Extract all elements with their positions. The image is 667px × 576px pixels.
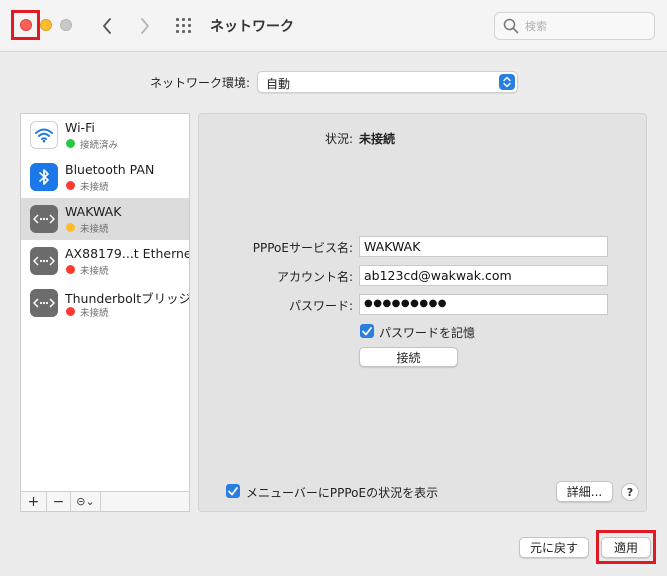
checkmark-icon [228,486,238,495]
service-name-label: PPPoEサービス名: [252,241,353,255]
popup-chevrons-icon [499,74,515,90]
service-detail-panel: 状況: 未接続 PPPoEサービス名: アカウント名: パスワード: ●●●●●… [198,113,647,512]
service-status: 接続済み [80,140,119,151]
connect-button[interactable]: 接続 [359,347,458,367]
help-button[interactable]: ? [621,483,639,501]
service-name: WAKWAK [65,204,122,219]
service-status: 未接続 [80,182,109,193]
status-dot-icon [66,181,75,190]
apply-button-highlight-box [596,530,656,564]
service-action-menu-button[interactable]: ⊝⌄ [71,492,101,511]
revert-button[interactable]: 元に戻す [519,537,589,558]
service-status: 未接続 [80,224,109,235]
search-input[interactable] [525,17,645,35]
remove-service-button[interactable]: − [47,492,71,511]
service-status: 未接続 [80,266,109,277]
show-status-in-menubar-label: メニューバーにPPPoEの状況を表示 [246,486,439,500]
chevron-left-icon [103,18,111,34]
show-all-grid-icon[interactable] [174,16,196,36]
close-button-highlight-box [11,10,40,40]
service-item-thunderbolt-bridge[interactable]: Thunderboltブリッジ 未接続 [21,282,189,324]
forward-button[interactable] [134,14,156,38]
chevron-right-icon [141,18,149,34]
service-list-toolbar: + − ⊝⌄ [21,491,189,511]
zoom-window-button[interactable] [60,19,72,31]
account-name-field[interactable] [359,265,608,286]
wifi-icon [30,121,58,149]
environment-label: ネットワーク環境: [150,76,251,90]
service-item-bluetooth-pan[interactable]: Bluetooth PAN 未接続 [21,156,189,198]
checkmark-icon [362,326,372,335]
service-name: AX88179...t Ethernet [65,246,189,261]
service-list: Wi-Fi 接続済み Bluetooth PAN 未接続 WAKWAK 未接続 … [20,113,190,512]
show-status-in-menubar-checkbox[interactable] [226,484,240,498]
title-bar: ネットワーク [0,0,667,52]
remember-password-label: パスワードを記憶 [379,326,476,340]
window-title: ネットワーク [210,19,294,35]
minimize-window-button[interactable] [40,19,52,31]
add-service-button[interactable]: + [21,492,47,511]
service-name-field[interactable] [359,236,608,257]
status-label: 状況: [324,132,353,146]
account-name-label: アカウント名: [276,270,353,284]
bluetooth-icon [30,163,58,191]
password-field[interactable]: ●●●●●●●●● [359,294,608,315]
network-preferences-window: ネットワーク ネットワーク環境: 自動 Wi-Fi 接続済み Bluetooth… [0,0,667,576]
status-dot-icon [66,223,75,232]
search-field[interactable] [494,12,655,40]
ethernet-dots-icon [30,247,58,275]
password-label: パスワード: [288,299,353,313]
status-dot-icon [66,307,75,316]
thunderbolt-dots-icon [30,289,58,317]
status-dot-icon [66,139,75,148]
service-status: 未接続 [80,308,109,319]
back-button[interactable] [96,14,118,38]
service-name: Bluetooth PAN [65,162,155,177]
remember-password-checkbox[interactable] [360,324,374,338]
status-value: 未接続 [359,132,396,146]
advanced-button[interactable]: 詳細... [556,481,613,502]
service-item-ax88179-ethernet[interactable]: AX88179...t Ethernet 未接続 [21,240,189,282]
search-icon [503,18,519,34]
status-dot-icon [66,265,75,274]
environment-select-value: 自動 [266,77,291,91]
vpn-dots-icon [30,205,58,233]
environment-select[interactable]: 自動 [257,71,518,93]
service-item-wakwak[interactable]: WAKWAK 未接続 [21,198,189,240]
service-name: Wi-Fi [65,120,95,135]
service-item-wifi[interactable]: Wi-Fi 接続済み [21,114,189,156]
